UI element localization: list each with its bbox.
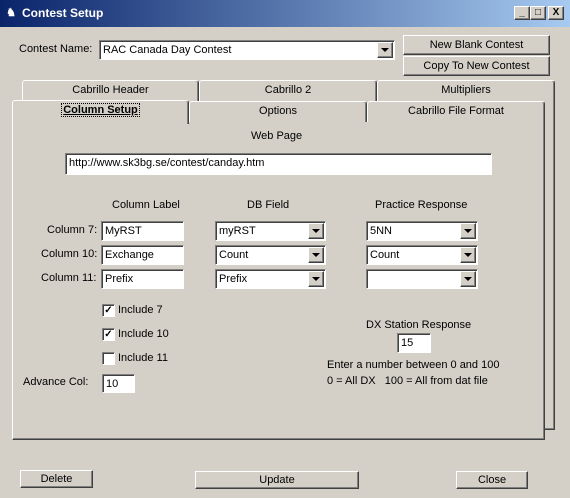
include-10-checkbox[interactable]: ✓ xyxy=(102,328,115,341)
practice-response-header: Practice Response xyxy=(375,199,468,211)
include-10-label: Include 10 xyxy=(118,328,169,340)
column-7-label-input[interactable]: MyRST xyxy=(101,221,184,241)
db-field-header: DB Field xyxy=(247,199,290,211)
column-11-db-field-select[interactable]: Prefix xyxy=(215,269,326,289)
column-10-label-input[interactable]: Exchange xyxy=(101,245,184,265)
chevron-down-icon[interactable] xyxy=(460,223,476,239)
column-10-practice-select[interactable]: Count xyxy=(366,245,478,265)
column-11-label-input[interactable]: Prefix xyxy=(101,269,184,289)
web-page-label: Web Page xyxy=(251,130,303,142)
column-7-db-field-value: myRST xyxy=(219,225,256,237)
chevron-down-icon[interactable] xyxy=(308,247,324,263)
column-7-db-field-select[interactable]: myRST xyxy=(215,221,326,241)
column-10-db-field-select[interactable]: Count xyxy=(215,245,326,265)
dx-hint-range: Enter a number between 0 and 100 xyxy=(327,359,500,371)
chevron-down-icon[interactable] xyxy=(460,247,476,263)
chevron-down-icon[interactable] xyxy=(308,271,324,287)
chevron-down-icon[interactable] xyxy=(308,223,324,239)
dx-station-response-input[interactable]: 15 xyxy=(397,333,431,353)
include-7-label: Include 7 xyxy=(118,304,163,316)
column-11-db-field-value: Prefix xyxy=(219,273,248,285)
column-11-practice-select[interactable] xyxy=(366,269,478,289)
column-7-practice-select[interactable]: 5NN xyxy=(366,221,478,241)
include-7-checkbox[interactable]: ✓ xyxy=(102,304,115,317)
advance-col-input[interactable]: 10 xyxy=(102,374,135,393)
advance-col-label: Advance Col: xyxy=(23,376,89,388)
column-label-header: Column Label xyxy=(112,199,180,211)
dx-station-response-label: DX Station Response xyxy=(366,319,472,331)
column-7-label: Column 7: xyxy=(47,224,98,236)
check-icon: ✓ xyxy=(104,305,113,316)
dx-hint-meaning: 0 = All DX 100 = All from dat file xyxy=(327,375,488,387)
column-10-practice-value: Count xyxy=(370,249,400,261)
check-icon: ✓ xyxy=(104,329,113,340)
web-page-input[interactable]: http://www.sk3bg.se/contest/canday.htm xyxy=(65,153,492,175)
column-11-label: Column 11: xyxy=(41,272,97,284)
include-11-label: Include 11 xyxy=(118,352,168,364)
column-7-practice-value: 5NN xyxy=(370,225,393,237)
column-10-db-field-value: Count xyxy=(219,249,249,261)
chevron-down-icon[interactable] xyxy=(460,271,476,287)
include-11-checkbox[interactable] xyxy=(102,352,115,365)
column-10-label: Column 10: xyxy=(41,248,98,260)
